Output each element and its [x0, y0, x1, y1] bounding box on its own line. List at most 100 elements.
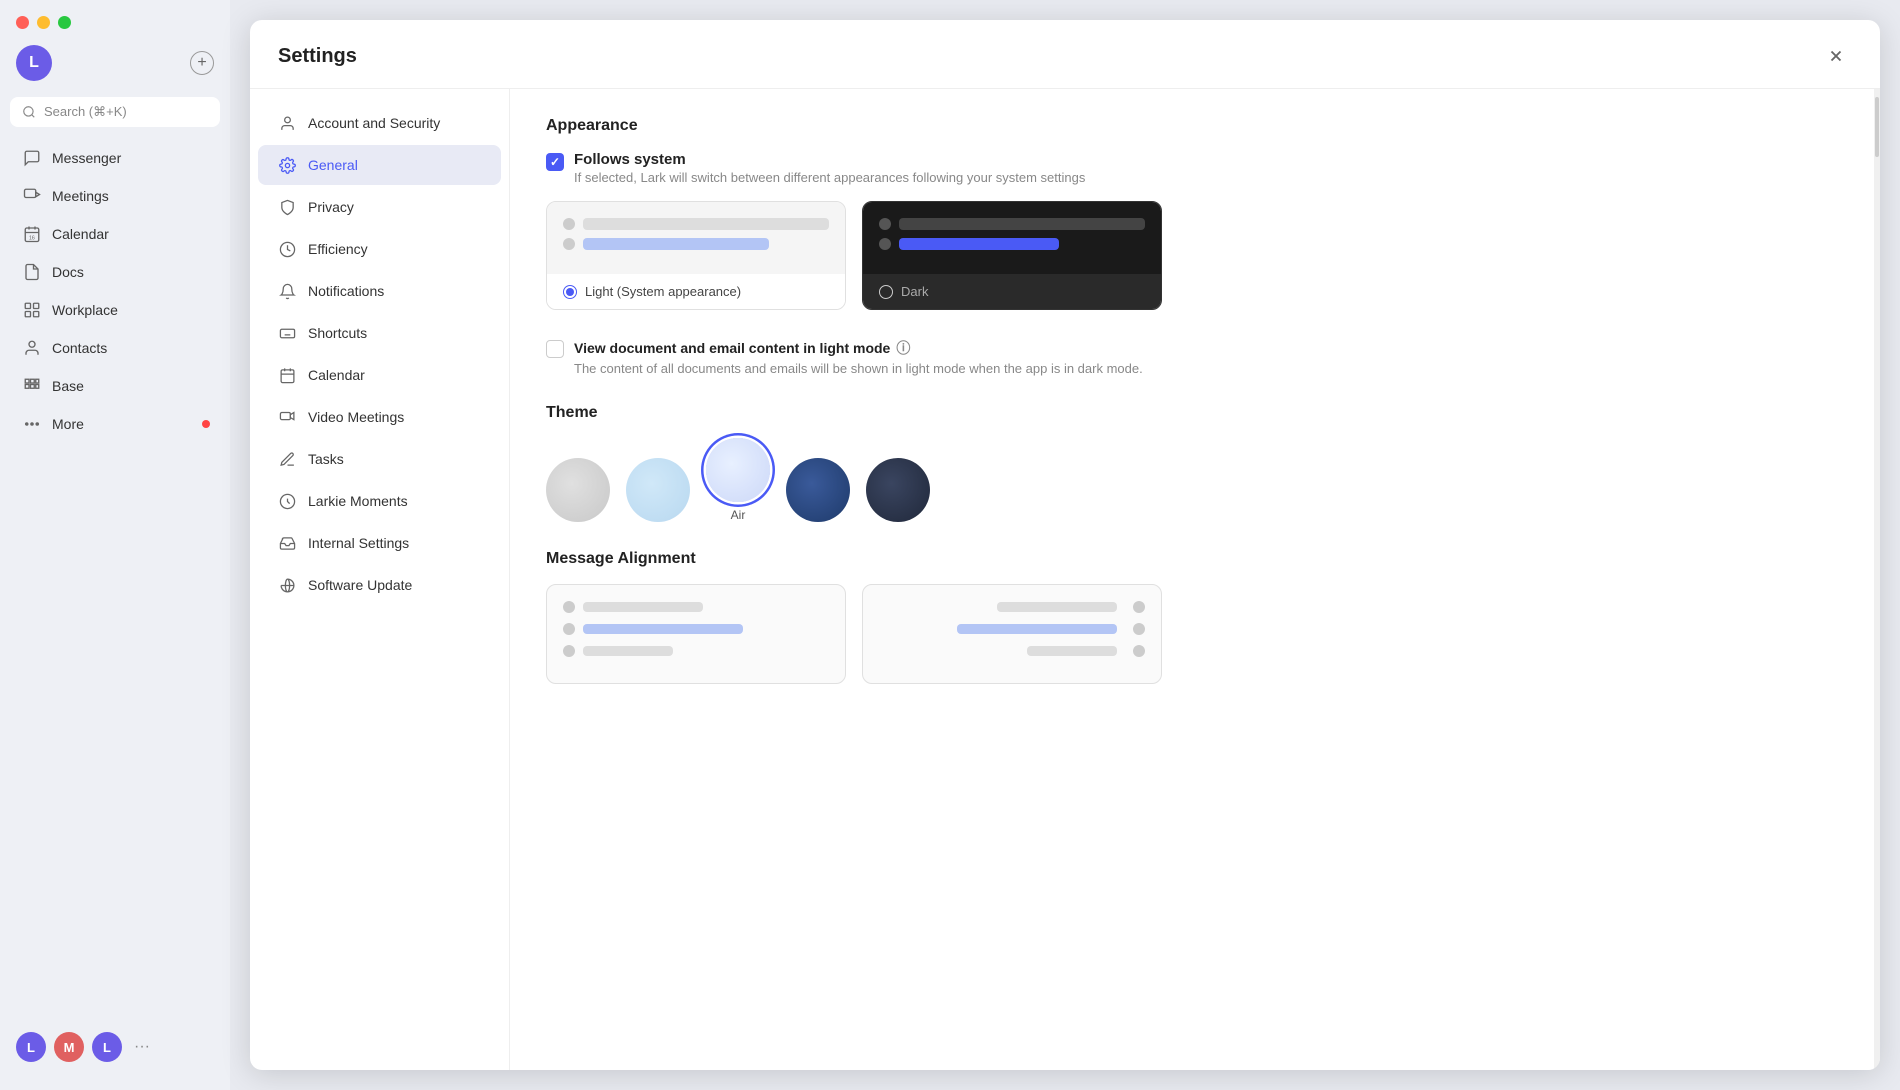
settings-nav-tasks-label: Tasks: [308, 451, 344, 467]
settings-nav-shortcuts-label: Shortcuts: [308, 325, 367, 341]
align-bar-right-3: [1027, 646, 1117, 656]
settings-nav-account[interactable]: Account and Security: [258, 103, 501, 143]
settings-close-button[interactable]: [1820, 40, 1852, 72]
theme-option-darkblue[interactable]: [786, 458, 850, 522]
alignment-card-right[interactable]: [862, 584, 1162, 684]
search-icon: [22, 105, 36, 119]
settings-header: Settings: [250, 20, 1880, 89]
sidebar-item-docs[interactable]: Docs: [6, 253, 224, 291]
avatar-row: L +: [0, 45, 230, 97]
settings-nav-tasks[interactable]: Tasks: [258, 439, 501, 479]
follows-system-label: Follows system: [574, 151, 1085, 168]
maximize-window-button[interactable]: [58, 16, 71, 29]
align-bar-right-2: [957, 624, 1117, 634]
settings-nav: Account and Security General Privacy Eff…: [250, 89, 510, 1070]
settings-nav-shortcuts[interactable]: Shortcuts: [258, 313, 501, 353]
sidebar-item-contacts[interactable]: Contacts: [6, 329, 224, 367]
settings-nav-video[interactable]: Video Meetings: [258, 397, 501, 437]
sidebar-item-calendar[interactable]: 16 Calendar: [6, 215, 224, 253]
view-doc-desc: The content of all documents and emails …: [574, 361, 1143, 376]
light-card-label: Light (System appearance): [547, 274, 845, 309]
settings-nav-general[interactable]: General: [258, 145, 501, 185]
dark-label-text: Dark: [901, 284, 928, 299]
theme-option-lightblue[interactable]: [626, 458, 690, 522]
settings-window: Settings Account and Security General: [250, 20, 1880, 1070]
theme-circles: Air: [546, 438, 1838, 522]
calendar-settings-icon: [278, 366, 296, 384]
add-button[interactable]: +: [190, 51, 214, 75]
appearance-card-light[interactable]: Light (System appearance): [546, 201, 846, 310]
search-bar[interactable]: Search (⌘+K): [10, 97, 220, 127]
theme-circle-air: [706, 438, 770, 502]
sidebar: L + Search (⌘+K) Messenger Meetings 16 C…: [0, 0, 230, 1090]
close-window-button[interactable]: [16, 16, 29, 29]
settings-nav-privacy[interactable]: Privacy: [258, 187, 501, 227]
settings-nav-account-label: Account and Security: [308, 115, 440, 131]
follows-system-checkbox[interactable]: [546, 153, 564, 171]
settings-nav-internal-label: Internal Settings: [308, 535, 409, 551]
theme-circle-deepdark: [866, 458, 930, 522]
docs-icon: [22, 262, 42, 282]
sidebar-item-workplace[interactable]: Workplace: [6, 291, 224, 329]
scrollbar[interactable]: [1874, 89, 1880, 1070]
tasks-icon: [278, 450, 296, 468]
efficiency-icon: [278, 240, 296, 258]
view-doc-row: View document and email content in light…: [546, 338, 1838, 376]
dark-card-label: Dark: [863, 274, 1161, 309]
bottom-avatar-m[interactable]: M: [54, 1032, 84, 1062]
align-dot-right-3: [1133, 645, 1145, 657]
align-dot-right-2: [1133, 623, 1145, 635]
video-icon: [278, 408, 296, 426]
window-controls: [0, 16, 230, 45]
appearance-options: Light (System appearance): [546, 201, 1838, 310]
settings-nav-internal[interactable]: Internal Settings: [258, 523, 501, 563]
settings-nav-larkie[interactable]: Larkie Moments: [258, 481, 501, 521]
settings-nav-larkie-label: Larkie Moments: [308, 493, 408, 509]
bottom-avatar-l2[interactable]: L: [92, 1032, 122, 1062]
dark-radio[interactable]: [879, 285, 893, 299]
user-avatar[interactable]: L: [16, 45, 52, 81]
theme-circle-white: [546, 458, 610, 522]
info-icon: ⓘ: [896, 338, 910, 358]
settings-nav-efficiency[interactable]: Efficiency: [258, 229, 501, 269]
message-align-section-title: Message Alignment: [546, 550, 1838, 568]
alignment-card-left[interactable]: [546, 584, 846, 684]
follows-system-row: Follows system If selected, Lark will sw…: [546, 151, 1838, 185]
light-radio[interactable]: [563, 285, 577, 299]
sidebar-item-base[interactable]: Base: [6, 367, 224, 405]
sidebar-item-messenger[interactable]: Messenger: [6, 139, 224, 177]
theme-option-white[interactable]: [546, 458, 610, 522]
sidebar-item-more[interactable]: More: [6, 405, 224, 443]
internal-icon: [278, 534, 296, 552]
settings-nav-notifications[interactable]: Notifications: [258, 271, 501, 311]
minimize-window-button[interactable]: [37, 16, 50, 29]
theme-option-deepdark[interactable]: [866, 458, 930, 522]
messenger-icon: [22, 148, 42, 168]
dark-preview: [863, 202, 1161, 274]
scroll-thumb: [1875, 97, 1879, 157]
settings-nav-video-label: Video Meetings: [308, 409, 404, 425]
settings-title: Settings: [278, 45, 357, 68]
settings-nav-privacy-label: Privacy: [308, 199, 354, 215]
contacts-icon: [22, 338, 42, 358]
sidebar-item-meetings-label: Meetings: [52, 188, 109, 204]
sidebar-item-messenger-label: Messenger: [52, 150, 121, 166]
light-label-text: Light (System appearance): [585, 284, 741, 299]
sidebar-item-base-label: Base: [52, 378, 84, 394]
follows-system-desc: If selected, Lark will switch between di…: [574, 170, 1085, 185]
theme-option-air[interactable]: Air: [706, 438, 770, 522]
bottom-more-button[interactable]: ···: [134, 1038, 150, 1056]
sidebar-item-meetings[interactable]: Meetings: [6, 177, 224, 215]
settings-nav-calendar[interactable]: Calendar: [258, 355, 501, 395]
settings-nav-software[interactable]: Software Update: [258, 565, 501, 605]
align-dot-3: [563, 645, 575, 657]
settings-content: Appearance Follows system If selected, L…: [510, 89, 1874, 1070]
theme-circle-lightblue: [626, 458, 690, 522]
appearance-card-dark[interactable]: Dark: [862, 201, 1162, 310]
theme-circle-darkblue: [786, 458, 850, 522]
view-doc-checkbox[interactable]: [546, 340, 564, 358]
theme-air-label: Air: [731, 508, 746, 522]
settings-nav-software-label: Software Update: [308, 577, 412, 593]
bottom-avatar-l[interactable]: L: [16, 1032, 46, 1062]
align-bar-3: [583, 646, 673, 656]
